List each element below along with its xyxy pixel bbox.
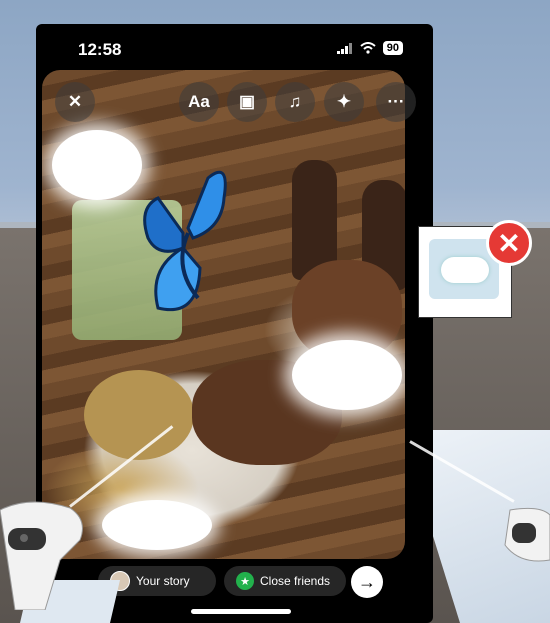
cloud-sticker[interactable] (102, 500, 212, 550)
music-icon: ♫ (288, 92, 302, 111)
text-tool-button[interactable]: Aa (179, 82, 219, 122)
close-icon: ✕ (497, 227, 521, 259)
signal-icon (336, 42, 352, 54)
arrow-right-icon: → (358, 571, 376, 592)
wifi-icon (360, 42, 376, 54)
your-story-label: Your story (136, 574, 190, 588)
effects-button[interactable]: ✦ (324, 82, 364, 122)
close-icon: ✕ (67, 92, 83, 111)
status-time: 12:58 (78, 40, 122, 59)
scotch-egg (84, 370, 194, 460)
sticker-button[interactable]: ▣ (227, 82, 267, 122)
cloud-sticker[interactable] (52, 130, 142, 200)
text-icon: Aa (188, 92, 210, 111)
phone-panel: 12:58 90 ✕ Aa ▣ ♫ ✦ ··· Your story ★ Clo… (36, 24, 433, 623)
butterfly-sticker[interactable] (138, 158, 238, 318)
cloud-icon (441, 257, 489, 283)
star-icon: ★ (236, 572, 254, 590)
battery-icon: 90 (382, 41, 403, 55)
status-bar: 12:58 90 (36, 24, 433, 72)
status-icons: 90 (336, 41, 403, 55)
home-indicator (191, 609, 291, 614)
next-button[interactable]: → (351, 566, 383, 598)
cloud-sticker[interactable] (292, 340, 402, 410)
close-button[interactable]: ✕ (55, 82, 95, 122)
left-controller-icon (0, 501, 83, 610)
sparkles-icon: ✦ (336, 92, 352, 111)
music-button[interactable]: ♫ (275, 82, 315, 122)
side-panel-close-button[interactable]: ✕ (486, 220, 532, 266)
close-friends-label: Close friends (260, 574, 331, 588)
more-icon: ··· (387, 92, 405, 111)
sticker-icon: ▣ (238, 92, 256, 111)
top-controls: ✕ Aa ▣ ♫ ✦ ··· (36, 82, 433, 122)
more-button[interactable]: ··· (376, 82, 416, 122)
right-controller-icon (504, 507, 550, 562)
close-friends-button[interactable]: ★ Close friends (224, 566, 346, 596)
